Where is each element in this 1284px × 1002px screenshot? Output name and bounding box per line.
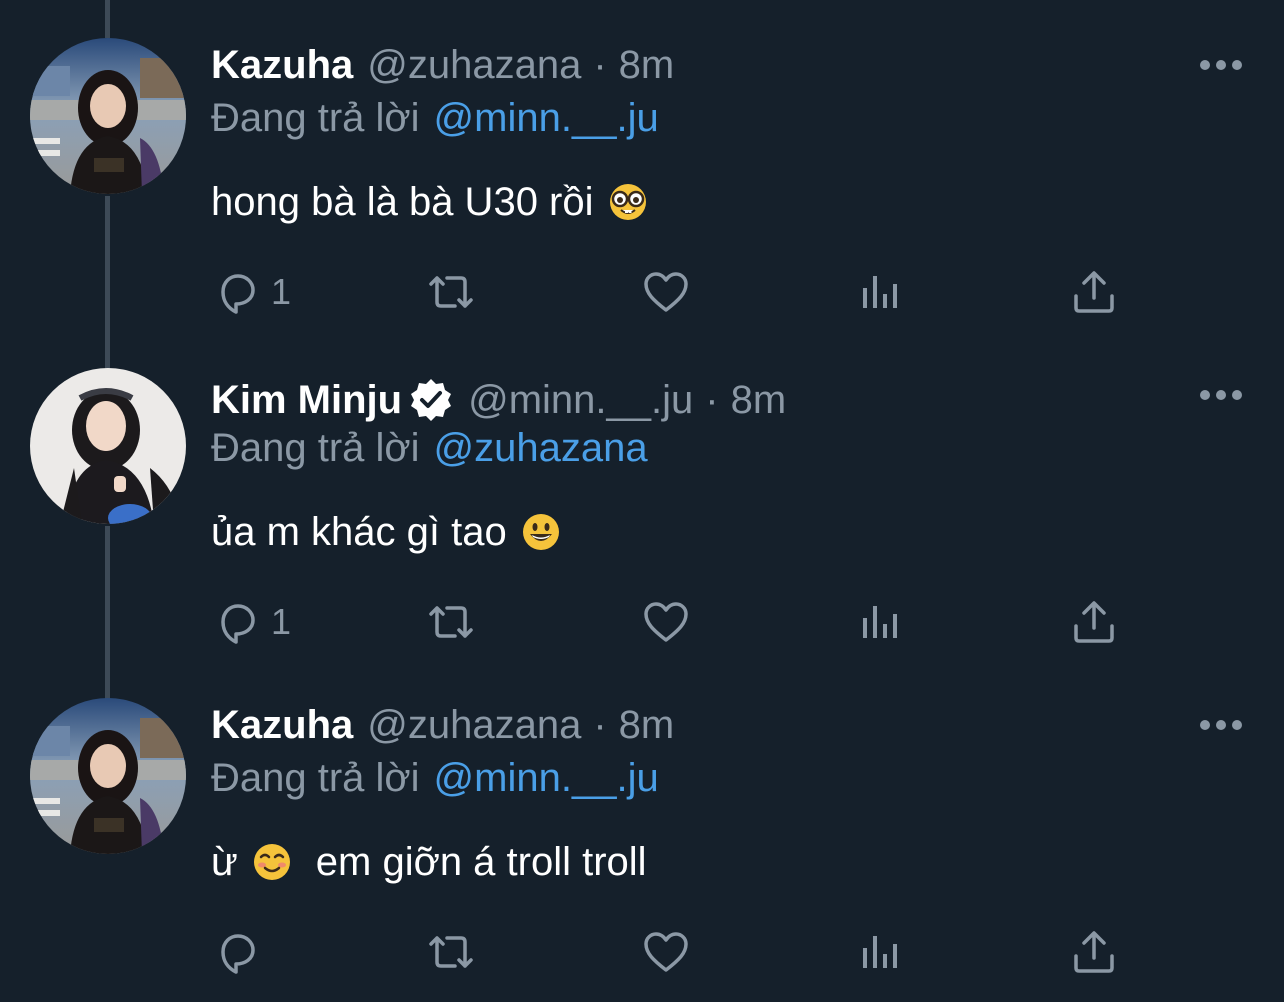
reply-button[interactable]: 1 — [213, 592, 291, 652]
replying-to-label: Đang trả lời — [211, 95, 420, 140]
nerd-face-emoji-icon — [608, 182, 648, 222]
more-options-icon[interactable] — [1198, 385, 1244, 405]
tweet-text: hong bà là bà U30 rồi — [211, 172, 648, 232]
user-handle[interactable]: @zuhazana — [367, 703, 581, 748]
tweet-text-start: ừ — [211, 839, 238, 884]
display-name[interactable]: Kazuha — [211, 703, 353, 748]
tweet-actions: 1 — [211, 592, 1131, 652]
separator-dot: · — [705, 377, 719, 422]
like-button[interactable] — [641, 922, 691, 982]
retweet-button[interactable] — [423, 592, 479, 652]
like-icon — [641, 928, 691, 976]
replying-to: Đang trả lời @minn.__.ju — [211, 750, 659, 806]
timestamp[interactable]: 8m — [619, 43, 675, 88]
views-icon — [859, 268, 903, 316]
views-button[interactable] — [859, 922, 903, 982]
tweet-text-end: em giỡn á troll troll — [315, 839, 647, 884]
views-icon — [859, 928, 903, 976]
retweet-icon — [423, 268, 479, 316]
tweet-header: Kazuha @zuhazana · 8m — [211, 695, 674, 755]
share-icon — [1071, 268, 1117, 316]
like-icon — [641, 268, 691, 316]
reply-icon — [213, 928, 261, 976]
replying-to-label: Đang trả lời — [211, 425, 420, 470]
tweet[interactable]: Kim Minju @minn.__.ju · 8m Đang trả lời … — [0, 330, 1284, 660]
reply-icon — [213, 268, 261, 316]
tweet-actions — [211, 922, 1131, 982]
smiling-face-emoji-icon — [252, 842, 292, 882]
views-button[interactable] — [859, 262, 903, 322]
share-button[interactable] — [1071, 592, 1117, 652]
like-button[interactable] — [641, 592, 691, 652]
tweet-text-content: ủa m khác gì tao — [211, 509, 507, 554]
retweet-icon — [423, 928, 479, 976]
tweet-thread: Kazuha @zuhazana · 8m Đang trả lời @minn… — [0, 0, 1284, 1002]
replying-to-label: Đang trả lời — [211, 755, 420, 800]
tweet[interactable]: Kazuha @zuhazana · 8m Đang trả lời @minn… — [0, 0, 1284, 330]
user-handle[interactable]: @minn.__.ju — [468, 378, 693, 423]
separator-dot: · — [593, 42, 607, 87]
retweet-button[interactable] — [423, 922, 479, 982]
like-button[interactable] — [641, 262, 691, 322]
timestamp[interactable]: 8m — [731, 378, 787, 423]
tweet-text-content: hong bà là bà U30 rồi — [211, 179, 594, 224]
display-name[interactable]: Kazuha — [211, 43, 353, 88]
grinning-face-emoji-icon — [521, 512, 561, 552]
retweet-icon — [423, 598, 479, 646]
reply-button[interactable]: 1 — [213, 262, 291, 322]
avatar[interactable] — [30, 38, 186, 194]
share-button[interactable] — [1071, 922, 1117, 982]
timestamp[interactable]: 8m — [619, 703, 675, 748]
reply-mention-link[interactable]: @zuhazana — [434, 426, 648, 471]
avatar[interactable] — [30, 368, 186, 524]
retweet-button[interactable] — [423, 262, 479, 322]
user-handle[interactable]: @zuhazana — [367, 43, 581, 88]
verified-badge-icon — [408, 377, 454, 423]
tweet-text: ừ em giỡn á troll troll — [211, 832, 647, 892]
replying-to: Đang trả lời @zuhazana — [211, 420, 648, 476]
tweet-header: Kazuha @zuhazana · 8m — [211, 35, 674, 95]
more-options-icon[interactable] — [1198, 715, 1244, 735]
reply-count: 1 — [271, 271, 292, 312]
views-icon — [859, 598, 903, 646]
share-icon — [1071, 598, 1117, 646]
like-icon — [641, 598, 691, 646]
views-button[interactable] — [859, 592, 903, 652]
display-name[interactable]: Kim Minju — [211, 378, 402, 423]
reply-mention-link[interactable]: @minn.__.ju — [434, 96, 659, 141]
reply-count: 1 — [271, 601, 292, 642]
share-button[interactable] — [1071, 262, 1117, 322]
tweet-actions: 1 — [211, 262, 1131, 322]
replying-to: Đang trả lời @minn.__.ju — [211, 90, 659, 146]
share-icon — [1071, 928, 1117, 976]
more-options-icon[interactable] — [1198, 55, 1244, 75]
reply-button[interactable] — [213, 922, 271, 982]
tweet-text: ủa m khác gì tao — [211, 502, 561, 562]
tweet[interactable]: Kazuha @zuhazana · 8m Đang trả lời @minn… — [0, 660, 1284, 990]
reply-mention-link[interactable]: @minn.__.ju — [434, 756, 659, 801]
reply-icon — [213, 598, 261, 646]
separator-dot: · — [593, 702, 607, 747]
avatar[interactable] — [30, 698, 186, 854]
